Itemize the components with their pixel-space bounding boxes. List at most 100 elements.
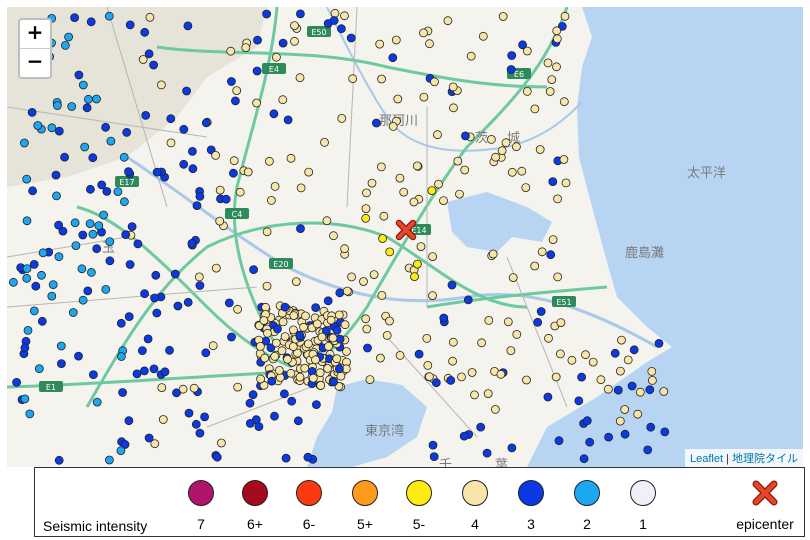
station-marker[interactable] bbox=[270, 351, 280, 361]
station-marker[interactable] bbox=[287, 396, 297, 406]
station-marker[interactable] bbox=[301, 311, 310, 321]
station-marker[interactable] bbox=[395, 350, 405, 360]
station-marker[interactable] bbox=[613, 385, 623, 395]
station-marker[interactable] bbox=[428, 252, 438, 262]
station-marker[interactable] bbox=[627, 381, 637, 391]
station-marker[interactable] bbox=[379, 211, 389, 221]
station-marker[interactable] bbox=[68, 308, 78, 317]
station-marker[interactable] bbox=[463, 295, 473, 305]
station-marker[interactable] bbox=[522, 87, 532, 96]
station-marker[interactable] bbox=[224, 298, 234, 308]
station-marker[interactable] bbox=[29, 306, 39, 316]
station-marker[interactable] bbox=[496, 369, 506, 379]
station-marker[interactable] bbox=[101, 284, 111, 294]
station-marker[interactable] bbox=[291, 277, 301, 287]
station-marker[interactable] bbox=[556, 318, 566, 328]
station-marker[interactable] bbox=[425, 39, 434, 49]
station-marker[interactable] bbox=[113, 187, 123, 197]
station-marker[interactable] bbox=[334, 310, 344, 320]
station-marker[interactable] bbox=[233, 382, 243, 392]
station-marker[interactable] bbox=[37, 270, 46, 280]
station-marker[interactable] bbox=[88, 229, 98, 239]
station-marker[interactable] bbox=[296, 224, 305, 234]
station-marker[interactable] bbox=[320, 137, 329, 147]
station-marker[interactable] bbox=[47, 291, 57, 301]
station-marker[interactable] bbox=[620, 405, 630, 414]
station-marker[interactable] bbox=[140, 27, 150, 37]
station-marker[interactable] bbox=[172, 388, 181, 398]
station-marker[interactable] bbox=[64, 32, 73, 42]
station-marker[interactable] bbox=[610, 348, 620, 358]
station-marker[interactable] bbox=[574, 396, 584, 406]
station-marker[interactable] bbox=[603, 384, 613, 394]
station-marker[interactable] bbox=[561, 178, 571, 188]
station-marker[interactable] bbox=[22, 264, 32, 274]
station-marker[interactable] bbox=[620, 429, 630, 439]
station-marker[interactable] bbox=[54, 455, 64, 465]
station-marker[interactable] bbox=[140, 289, 150, 299]
station-marker[interactable] bbox=[453, 156, 463, 166]
station-marker[interactable] bbox=[38, 248, 48, 258]
station-marker[interactable] bbox=[448, 82, 458, 92]
station-marker[interactable] bbox=[648, 375, 657, 385]
station-marker[interactable] bbox=[85, 219, 95, 229]
station-marker[interactable] bbox=[552, 26, 562, 36]
station-marker[interactable] bbox=[559, 97, 569, 107]
station-marker[interactable] bbox=[228, 168, 238, 178]
station-marker[interactable] bbox=[152, 308, 162, 318]
station-marker[interactable] bbox=[70, 13, 79, 23]
station-marker[interactable] bbox=[156, 80, 166, 90]
station-marker[interactable] bbox=[512, 329, 522, 339]
station-marker[interactable] bbox=[208, 341, 218, 351]
station-marker[interactable] bbox=[484, 315, 494, 325]
station-marker[interactable] bbox=[138, 55, 148, 64]
station-marker[interactable] bbox=[97, 180, 107, 190]
station-marker[interactable] bbox=[363, 343, 372, 353]
station-marker[interactable] bbox=[280, 332, 290, 342]
station-marker[interactable] bbox=[121, 230, 131, 240]
station-marker[interactable] bbox=[124, 167, 133, 177]
station-marker[interactable] bbox=[56, 341, 66, 351]
station-marker[interactable] bbox=[659, 387, 669, 396]
station-marker[interactable] bbox=[25, 409, 35, 419]
station-marker[interactable] bbox=[253, 35, 262, 45]
station-marker[interactable] bbox=[409, 197, 419, 207]
station-marker[interactable] bbox=[188, 164, 198, 174]
station-marker[interactable] bbox=[361, 213, 371, 223]
station-marker[interactable] bbox=[388, 122, 398, 131]
station-marker[interactable] bbox=[191, 419, 201, 429]
station-marker[interactable] bbox=[145, 12, 155, 22]
station-marker[interactable] bbox=[376, 162, 386, 172]
station-marker[interactable] bbox=[616, 366, 625, 376]
station-marker[interactable] bbox=[330, 8, 340, 18]
station-marker[interactable] bbox=[416, 242, 426, 252]
station-marker[interactable] bbox=[536, 307, 546, 316]
station-marker[interactable] bbox=[507, 167, 517, 177]
station-marker[interactable] bbox=[645, 385, 655, 395]
station-marker[interactable] bbox=[60, 152, 69, 162]
station-marker[interactable] bbox=[556, 349, 565, 359]
station-marker[interactable] bbox=[118, 388, 127, 397]
station-marker[interactable] bbox=[235, 187, 245, 197]
station-marker[interactable] bbox=[195, 281, 205, 290]
station-marker[interactable] bbox=[340, 11, 349, 21]
station-marker[interactable] bbox=[329, 377, 339, 387]
station-marker[interactable] bbox=[288, 325, 298, 335]
station-marker[interactable] bbox=[262, 227, 272, 237]
station-marker[interactable] bbox=[348, 74, 358, 84]
station-marker[interactable] bbox=[232, 86, 242, 95]
station-marker[interactable] bbox=[498, 12, 508, 21]
station-marker[interactable] bbox=[604, 432, 613, 442]
station-marker[interactable] bbox=[491, 152, 501, 162]
station-marker[interactable] bbox=[553, 272, 563, 282]
station-marker[interactable] bbox=[385, 247, 395, 257]
station-marker[interactable] bbox=[449, 103, 458, 113]
station-marker[interactable] bbox=[189, 383, 199, 393]
station-marker[interactable] bbox=[52, 191, 61, 201]
station-marker[interactable] bbox=[560, 11, 570, 21]
station-marker[interactable] bbox=[643, 445, 653, 455]
station-marker[interactable] bbox=[252, 66, 262, 76]
station-marker[interactable] bbox=[61, 41, 70, 50]
station-marker[interactable] bbox=[521, 183, 531, 193]
station-marker[interactable] bbox=[286, 153, 296, 163]
